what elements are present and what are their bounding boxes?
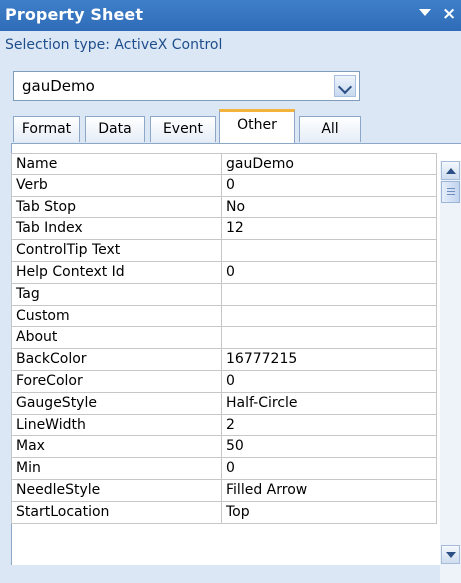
property-name: Name [11, 153, 222, 175]
chevron-down-icon [337, 79, 353, 95]
property-name: About [11, 327, 222, 350]
tab-format[interactable]: Format [13, 116, 80, 142]
scroll-thumb[interactable] [441, 181, 460, 203]
property-row[interactable]: Help Context Id 0 [11, 261, 437, 284]
property-name: Min [11, 458, 222, 480]
property-row[interactable]: Custom [11, 305, 437, 328]
property-name: Tag [11, 283, 222, 306]
property-row[interactable]: BackColor 16777215 [11, 349, 437, 371]
grip-line [447, 194, 455, 195]
property-name: LineWidth [11, 414, 222, 437]
vertical-scrollbar[interactable] [440, 161, 461, 583]
tab-all[interactable]: All [299, 116, 361, 142]
property-row[interactable]: StartLocation Top [11, 501, 437, 524]
property-value-field[interactable]: 0 [222, 261, 437, 284]
property-value-field[interactable]: Filled Arrow [222, 479, 437, 502]
property-value-field[interactable] [222, 240, 437, 262]
dropdown-arrow-icon[interactable] [419, 9, 431, 16]
property-value-field[interactable] [222, 327, 437, 350]
property-value-field[interactable]: 0 [222, 174, 437, 197]
property-grid: Name gauDemo Verb 0 Tab Stop No Tab Index 12 Con… [11, 153, 437, 524]
property-row[interactable]: GaugeStyle Half-Circle [11, 392, 437, 415]
tab-other[interactable]: Other [219, 109, 295, 143]
property-value-field[interactable]: 0 [222, 370, 437, 393]
property-name: Tab Stop [11, 196, 222, 219]
close-icon[interactable]: × [442, 5, 456, 23]
property-row[interactable]: Name gauDemo [11, 153, 437, 175]
chevron-up-icon [446, 168, 456, 174]
object-selector-value: gauDemo [22, 77, 95, 95]
scroll-up-button[interactable] [441, 161, 460, 180]
property-value-field[interactable]: gauDemo [222, 153, 437, 175]
property-name: Custom [11, 305, 222, 328]
property-name: GaugeStyle [11, 392, 222, 415]
object-selector[interactable]: gauDemo [13, 71, 360, 101]
property-value-field[interactable]: No [222, 196, 437, 219]
chevron-down-icon [446, 552, 456, 558]
property-value-field[interactable]: Half-Circle [222, 392, 437, 415]
property-tabs: Format Data Event Other All [0, 109, 461, 143]
title-bar: Property Sheet × [0, 0, 461, 31]
property-name: NeedleStyle [11, 479, 222, 502]
grip-line [447, 191, 455, 192]
property-name: ForeColor [11, 370, 222, 393]
property-name: Verb [11, 174, 222, 197]
property-row[interactable]: Tab Index 12 [11, 218, 437, 241]
property-row[interactable]: Tag [11, 283, 437, 306]
tab-event[interactable]: Event [150, 116, 216, 142]
property-name: StartLocation [11, 501, 222, 524]
property-value-field[interactable] [222, 305, 437, 328]
property-row[interactable]: Tab Stop No [11, 196, 437, 219]
property-row[interactable]: ForeColor 0 [11, 370, 437, 393]
property-row[interactable]: NeedleStyle Filled Arrow [11, 479, 437, 502]
property-row[interactable]: LineWidth 2 [11, 414, 437, 437]
property-value-field[interactable]: 12 [222, 218, 437, 241]
selection-type-label: Selection type: ActiveX Control [5, 37, 223, 53]
window-title: Property Sheet [5, 5, 144, 24]
object-selector-dropdown-button[interactable] [334, 75, 356, 97]
property-name: Tab Index [11, 218, 222, 241]
property-value-field[interactable] [222, 283, 437, 306]
property-name: Max [11, 436, 222, 459]
property-value-field[interactable]: Top [222, 501, 437, 524]
property-row[interactable]: About [11, 327, 437, 350]
property-row[interactable]: ControlTip Text [11, 240, 437, 262]
property-name: ControlTip Text [11, 240, 222, 262]
property-value-field[interactable]: 50 [222, 436, 437, 459]
scroll-down-button[interactable] [441, 545, 460, 564]
grip-line [447, 188, 455, 189]
property-value-field[interactable]: 2 [222, 414, 437, 437]
tab-data[interactable]: Data [85, 116, 145, 142]
property-row[interactable]: Min 0 [11, 458, 437, 480]
property-name: BackColor [11, 349, 222, 371]
property-row[interactable]: Verb 0 [11, 174, 437, 197]
property-row[interactable]: Max 50 [11, 436, 437, 459]
property-value-field[interactable]: 16777215 [222, 349, 437, 371]
property-name: Help Context Id [11, 261, 222, 284]
property-value-field[interactable]: 0 [222, 458, 437, 480]
